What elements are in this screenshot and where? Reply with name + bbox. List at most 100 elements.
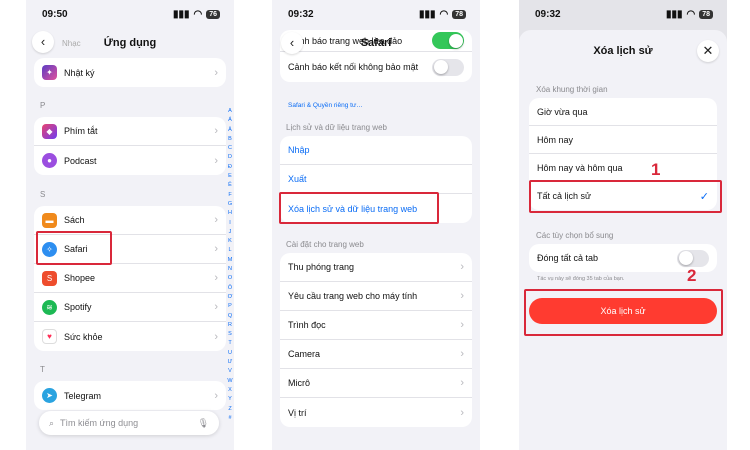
- section-header-s: S: [40, 190, 46, 199]
- index-letter[interactable]: #: [226, 414, 234, 423]
- index-letter[interactable]: A: [226, 107, 234, 116]
- index-letter[interactable]: J: [226, 228, 234, 237]
- location-row[interactable]: Vị trí ›: [280, 398, 472, 427]
- index-letter[interactable]: O: [226, 274, 234, 283]
- list-item-label: Podcast: [64, 155, 97, 166]
- telegram-icon: ➤: [42, 388, 57, 403]
- list-item-shopee[interactable]: S Shopee ›: [34, 264, 226, 293]
- list-item-label: Telegram: [64, 390, 102, 401]
- app-list-screen: 09:50 ▮▮▮ ◠ 76 ‹ Nhạc Ứng dụng ✦ Nhật ký…: [26, 0, 234, 450]
- index-letter[interactable]: F: [226, 191, 234, 200]
- microphone-icon[interactable]: 🎙: [198, 418, 209, 429]
- status-bar: 09:50 ▮▮▮ ◠ 76: [26, 9, 234, 23]
- list-item-health[interactable]: ♥ Sức khỏe ›: [34, 322, 226, 351]
- index-letter[interactable]: I: [226, 219, 234, 228]
- search-bar[interactable]: ⌕ Tìm kiếm ứng dụng 🎙: [39, 411, 219, 435]
- chevron-right-icon: ›: [214, 389, 218, 402]
- index-letter[interactable]: B: [226, 135, 234, 144]
- status-time: 09:32: [535, 9, 561, 20]
- list-item-spotify[interactable]: ≋ Spotify ›: [34, 293, 226, 322]
- index-letter[interactable]: L: [226, 246, 234, 255]
- insecure-warning-toggle[interactable]: [432, 58, 464, 76]
- desktop-site-row[interactable]: Yêu cầu trang web cho máy tính ›: [280, 282, 472, 311]
- list-item-shortcuts[interactable]: ◆ Phím tắt ›: [34, 117, 226, 146]
- chevron-right-icon: ›: [214, 243, 218, 255]
- index-letter[interactable]: M: [226, 256, 234, 265]
- index-letter[interactable]: Ư: [226, 358, 234, 367]
- clear-history-sheet: Xóa lịch sử ✕ Xóa khung thời gian Giờ vừ…: [519, 30, 727, 450]
- reader-row[interactable]: Trình đọc ›: [280, 311, 472, 340]
- wifi-icon: ◠: [193, 9, 203, 20]
- index-letter[interactable]: G: [226, 200, 234, 209]
- journal-icon: ✦: [42, 65, 57, 80]
- search-input[interactable]: Tìm kiếm ứng dụng: [60, 418, 138, 428]
- option-today-yesterday[interactable]: Hôm nay và hôm qua: [529, 154, 717, 182]
- sheet-title: Xóa lịch sử: [593, 45, 653, 57]
- index-letter[interactable]: C: [226, 144, 234, 153]
- chevron-right-icon: ›: [460, 261, 464, 273]
- index-letter[interactable]: Q: [226, 312, 234, 321]
- index-letter[interactable]: R: [226, 321, 234, 330]
- alphabet-index[interactable]: A Á Â B C D Đ E Ê F G H I J K L M N O Ô Ơ P Q R S T U Ư V W X Y Z #: [226, 107, 234, 423]
- site-settings-group: Thu phóng trang › Yêu cầu trang web cho m…: [280, 253, 472, 427]
- list-item-telegram[interactable]: ➤ Telegram ›: [34, 381, 226, 410]
- chevron-right-icon: ›: [214, 330, 218, 343]
- signal-icon: ▮▮▮: [418, 9, 436, 20]
- page-zoom-row[interactable]: Thu phóng trang ›: [280, 253, 472, 282]
- index-letter[interactable]: X: [226, 386, 234, 395]
- index-letter[interactable]: P: [226, 302, 234, 311]
- option-last-hour[interactable]: Giờ vừa qua: [529, 98, 717, 126]
- apps-group-p: ◆ Phím tắt › ● Podcast ›: [34, 117, 226, 175]
- list-item-journal[interactable]: ✦ Nhật ký ›: [34, 58, 226, 87]
- chevron-right-icon: ›: [214, 214, 218, 226]
- status-bar: 09:32 ▮▮▮ ◠ 78: [272, 9, 480, 23]
- index-letter[interactable]: Ô: [226, 284, 234, 293]
- import-link[interactable]: Nhập: [280, 136, 472, 165]
- option-today[interactable]: Hôm nay: [529, 126, 717, 154]
- index-letter[interactable]: Â: [226, 126, 234, 135]
- chevron-right-icon: ›: [460, 290, 464, 302]
- signal-icon: ▮▮▮: [665, 9, 683, 20]
- highlight-all-history: [529, 180, 722, 213]
- index-letter[interactable]: H: [226, 209, 234, 218]
- chevron-right-icon: ›: [460, 348, 464, 360]
- index-letter[interactable]: E: [226, 172, 234, 181]
- close-all-tabs-toggle[interactable]: [677, 249, 709, 267]
- index-letter[interactable]: K: [226, 237, 234, 246]
- close-button[interactable]: ✕: [697, 40, 719, 62]
- section-header-p: P: [40, 101, 46, 110]
- index-letter[interactable]: S: [226, 330, 234, 339]
- export-link[interactable]: Xuất: [280, 165, 472, 194]
- index-letter[interactable]: Đ: [226, 163, 234, 172]
- index-letter[interactable]: U: [226, 349, 234, 358]
- list-item-label: Sức khỏe: [64, 331, 103, 342]
- list-item-label: Phím tắt: [64, 126, 98, 136]
- privacy-link[interactable]: Safari & Quyền riêng tư…: [288, 102, 363, 109]
- index-letter[interactable]: Y: [226, 395, 234, 404]
- list-item-podcast[interactable]: ● Podcast ›: [34, 146, 226, 175]
- apps-group-s: ▬ Sách › ✧ Safari › S Shopee › ≋ Spotify…: [34, 206, 226, 351]
- index-letter[interactable]: N: [226, 265, 234, 274]
- microphone-row[interactable]: Micrô ›: [280, 369, 472, 398]
- index-letter[interactable]: Ê: [226, 181, 234, 190]
- index-letter[interactable]: Z: [226, 405, 234, 414]
- step-2-label: 2: [687, 266, 697, 285]
- books-icon: ▬: [42, 212, 57, 228]
- index-letter[interactable]: D: [226, 153, 234, 162]
- list-item-label: Nhật ký: [64, 67, 95, 78]
- index-letter[interactable]: W: [226, 377, 234, 386]
- health-icon: ♥: [42, 329, 57, 344]
- chevron-right-icon: ›: [214, 66, 218, 79]
- status-time: 09:50: [42, 9, 68, 20]
- index-letter[interactable]: Ơ: [226, 293, 234, 302]
- insecure-warning-row: Cảnh báo kết nối không bảo mật: [280, 52, 472, 82]
- step-1-label: 1: [651, 160, 661, 179]
- index-letter[interactable]: T: [226, 339, 234, 348]
- index-letter[interactable]: V: [226, 367, 234, 376]
- signal-icon: ▮▮▮: [172, 9, 190, 20]
- spotify-icon: ≋: [42, 299, 57, 315]
- status-time: 09:32: [288, 9, 314, 20]
- clear-history-sheet-screen: 09:32 ▮▮▮ ◠ 78 Xóa lịch sử ✕ Xóa khung t…: [519, 0, 727, 450]
- index-letter[interactable]: Á: [226, 116, 234, 125]
- camera-row[interactable]: Camera ›: [280, 340, 472, 369]
